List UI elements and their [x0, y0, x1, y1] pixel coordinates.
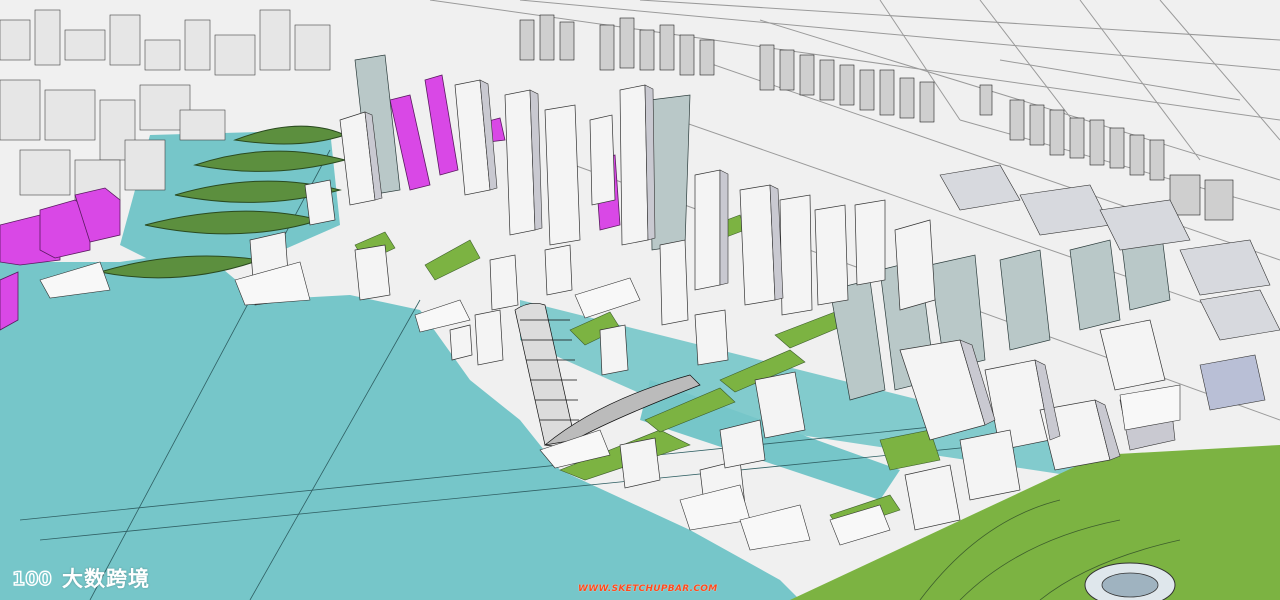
watermark: 100 大数跨境: [10, 562, 150, 594]
svg-text:100: 100: [12, 568, 52, 590]
city-model-scene: [0, 0, 1280, 600]
brand-logo-icon: 100: [11, 567, 52, 590]
site-url-watermark: WWW.SKETCHUPBAR.COM: [578, 584, 718, 594]
brand-text: 大数跨境: [62, 567, 150, 591]
